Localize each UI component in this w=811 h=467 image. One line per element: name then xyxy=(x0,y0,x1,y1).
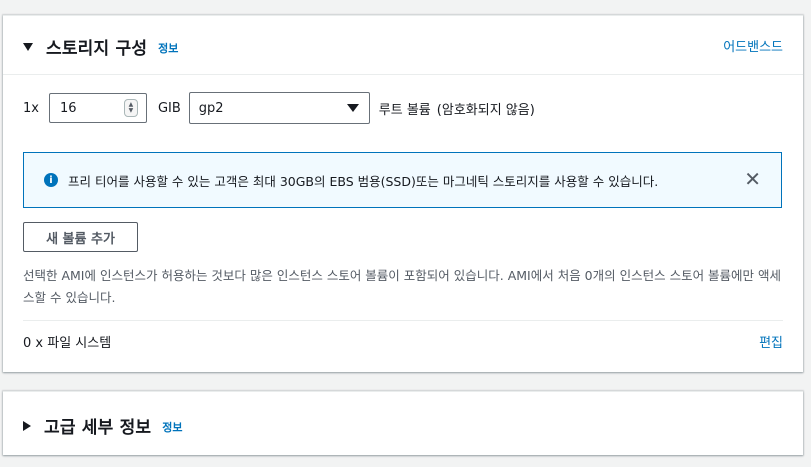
free-tier-alert: i 프리 티어를 사용할 수 있는 고객은 최대 30GB의 EBS 범용(SS… xyxy=(23,152,782,208)
instance-store-help-text: 선택한 AMI에 인스턴스가 허용하는 것보다 많은 인스턴스 스토어 볼륨이 … xyxy=(23,268,782,305)
advanced-panel-header[interactable]: 고급 세부 정보 정보 xyxy=(23,413,803,438)
storage-config-panel: 스토리지 구성 정보 어드밴스드 1x 16 ▲ ▼ GIB gp2 루트 볼륨 … xyxy=(3,15,803,372)
volume-size-input[interactable]: 16 ▲ ▼ xyxy=(48,93,147,123)
caret-down-icon[interactable] xyxy=(23,42,33,51)
header-divider xyxy=(3,74,803,75)
storage-panel-title[interactable]: 스토리지 구성 xyxy=(46,34,147,59)
root-volume-label: 루트 볼륨 xyxy=(378,102,431,118)
file-system-divider xyxy=(23,320,783,321)
advanced-mode-link[interactable]: 어드밴스드 xyxy=(723,36,783,55)
free-tier-alert-text: 프리 티어를 사용할 수 있는 고객은 최대 30GB의 EBS 범용(SSD)… xyxy=(68,173,659,189)
advanced-info-link[interactable]: 정보 xyxy=(162,419,182,435)
info-circle-icon: i xyxy=(44,173,58,187)
encryption-note: (암호화되지 않음) xyxy=(436,102,535,118)
advanced-details-panel: 고급 세부 정보 정보 xyxy=(3,391,803,455)
volume-type-select[interactable]: gp2 xyxy=(188,92,370,124)
add-new-volume-button[interactable]: 새 볼륨 추가 xyxy=(23,222,138,252)
volume-count-label: 1x xyxy=(23,100,39,116)
file-systems-label: 0 x 파일 시스템 xyxy=(23,336,112,351)
storage-info-link[interactable]: 정보 xyxy=(158,40,178,56)
close-icon[interactable]: ✕ xyxy=(744,169,761,189)
advanced-details-title[interactable]: 고급 세부 정보 xyxy=(44,413,151,438)
file-systems-row: 0 x 파일 시스템 편집 xyxy=(23,332,783,351)
volume-unit-label: GIB xyxy=(157,100,181,116)
caret-right-icon[interactable] xyxy=(23,420,31,431)
edit-file-systems-link[interactable]: 편집 xyxy=(759,332,783,351)
dropdown-arrow-icon xyxy=(346,104,359,112)
root-volume-row: 1x 16 ▲ ▼ GIB gp2 루트 볼륨 (암호화되지 않음) xyxy=(23,92,535,124)
storage-panel-header: 스토리지 구성 정보 xyxy=(23,34,803,59)
volume-type-value: gp2 xyxy=(198,100,224,116)
volume-size-value: 16 xyxy=(59,100,77,116)
size-stepper-icon[interactable]: ▲ ▼ xyxy=(123,99,138,117)
